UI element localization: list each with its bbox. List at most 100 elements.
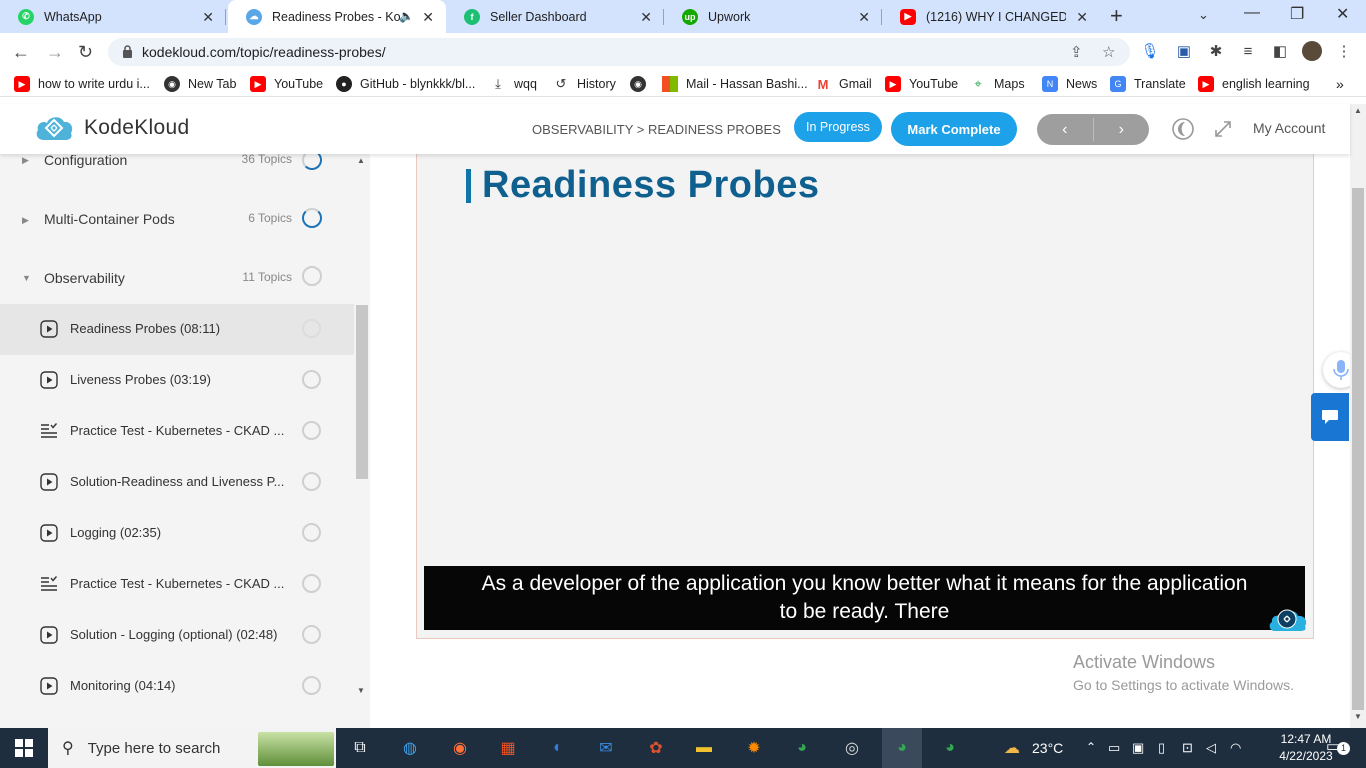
battery-icon[interactable]: ▯ — [1158, 740, 1165, 756]
network-icon[interactable]: ▣ — [1132, 740, 1144, 756]
bookmark-item[interactable]: ◉ New Tab — [164, 76, 236, 92]
lesson-item-practice-test-logging[interactable]: Practice Test - Kubernetes - CKAD ... — [0, 559, 354, 610]
bookmark-item[interactable]: ▶ how to write urdu i... — [14, 76, 150, 92]
chrome-active-icon[interactable]: ◕ — [882, 728, 922, 768]
lesson-item-solution-readiness-liveness[interactable]: Solution-Readiness and Liveness P... — [0, 457, 354, 508]
my-account-link[interactable]: My Account — [1253, 120, 1325, 136]
telegram-icon[interactable]: ◐ — [546, 736, 570, 760]
scroll-up-arrow-icon[interactable]: ▲ — [1354, 106, 1362, 115]
page-scrollbar-thumb[interactable] — [1352, 188, 1364, 710]
bookmark-item[interactable]: ▶ YouTube — [885, 76, 958, 92]
bookmark-item[interactable]: M Gmail — [815, 76, 872, 92]
microsoft-store-icon[interactable]: ▦ — [496, 736, 520, 760]
temperature-label[interactable]: 23°C — [1032, 740, 1063, 756]
browser-tab-seller-dashboard[interactable]: f Seller Dashboard ✕ — [446, 0, 664, 33]
show-hidden-icons-chevron-icon[interactable]: ⌃ — [1086, 740, 1096, 754]
browser-menu-icon[interactable]: ⋮ — [1334, 41, 1354, 61]
app-swirl-icon[interactable]: ✿ — [644, 736, 668, 760]
restore-button[interactable]: ❐ — [1290, 4, 1304, 24]
bookmark-item[interactable]: ● GitHub - blynkkk/bl... — [336, 76, 475, 92]
close-window-button[interactable]: ✕ — [1336, 4, 1349, 24]
url-text[interactable]: kodekloud.com/topic/readiness-probes/ — [142, 44, 386, 60]
settings-gear-app-icon[interactable]: ✹ — [742, 736, 766, 760]
chat-bubble-icon — [1322, 410, 1338, 424]
bookmark-item[interactable]: N News — [1042, 76, 1097, 92]
close-tab-icon[interactable]: ✕ — [640, 9, 652, 26]
firefox-icon[interactable]: ◉ — [448, 736, 472, 760]
scroll-down-arrow-icon[interactable]: ▼ — [357, 686, 365, 695]
fullscreen-icon[interactable] — [1210, 116, 1236, 142]
lesson-item-solution-logging[interactable]: Solution - Logging (optional) (02:48) — [0, 610, 354, 661]
extensions-puzzle-icon[interactable]: ✱ — [1206, 41, 1226, 61]
windows-start-icon[interactable] — [12, 736, 36, 760]
minimize-button[interactable]: — — [1244, 4, 1260, 22]
site-header: KodeKloud OBSERVABILITY > READINESS PROB… — [0, 104, 1350, 154]
chrome-profile-icon[interactable]: ◕ — [938, 736, 962, 760]
wifi-icon[interactable]: ◠ — [1230, 740, 1241, 756]
reload-button[interactable]: ↻ — [78, 43, 93, 61]
next-lesson-button[interactable]: › — [1094, 114, 1150, 145]
back-button[interactable]: ← — [12, 43, 30, 61]
mark-complete-button[interactable]: Mark Complete — [891, 112, 1017, 146]
tray-app-icon[interactable]: ▭ — [1108, 740, 1120, 756]
lesson-item-monitoring[interactable]: Monitoring (04:14) — [0, 661, 354, 712]
scroll-up-arrow-icon[interactable]: ▲ — [357, 156, 365, 165]
profile-avatar[interactable] — [1302, 41, 1322, 61]
section-multi-container-pods[interactable]: ▶ Multi-Container Pods 6 Topics — [0, 193, 354, 243]
edge-icon[interactable]: ◍ — [398, 736, 422, 760]
speaker-icon[interactable]: 🔈 — [399, 9, 414, 23]
browser-tab-youtube[interactable]: ▶ (1216) WHY I CHANGED MY ✕ — [882, 0, 1100, 33]
side-panel-icon[interactable]: ◧ — [1270, 41, 1290, 61]
volume-icon[interactable]: ◁ — [1206, 740, 1216, 756]
browser-tab-kodekloud[interactable]: ☁ Readiness Probes - Kode 🔈 ✕ — [228, 0, 446, 33]
bookmark-item[interactable]: ⌖ Maps — [970, 76, 1024, 92]
display-icon[interactable]: ⊡ — [1182, 740, 1193, 756]
bookmark-star-icon[interactable]: ☆ — [1102, 43, 1115, 61]
reading-list-icon[interactable]: ≡ — [1238, 41, 1258, 61]
browser-tab-whatsapp[interactable]: ✆ WhatsApp ✕ — [0, 0, 226, 33]
new-tab-button[interactable]: + — [1110, 5, 1123, 27]
close-tab-icon[interactable]: ✕ — [858, 9, 870, 26]
notification-center-icon[interactable]: ▭ 1 — [1326, 737, 1350, 755]
bookmark-item[interactable]: ◉ — [630, 76, 654, 92]
scroll-down-arrow-icon[interactable]: ▼ — [1354, 712, 1362, 721]
share-icon[interactable]: ⇪ — [1070, 43, 1083, 61]
bookmark-label: english learning — [1222, 77, 1310, 91]
bookmark-item[interactable]: G Translate — [1110, 76, 1186, 92]
bookmark-item[interactable]: ▶ english learning — [1198, 76, 1310, 92]
kodekloud-logo[interactable]: KodeKloud — [34, 114, 189, 142]
weather-cloud-sun-icon[interactable]: ☁ — [1000, 736, 1024, 760]
chrome-icon[interactable]: ◕ — [790, 736, 814, 760]
bookmarks-overflow-icon[interactable]: » — [1336, 76, 1344, 92]
lesson-item-logging[interactable]: Logging (02:35) — [0, 508, 354, 559]
dark-mode-toggle-icon[interactable] — [1170, 116, 1196, 142]
download-icon: ⤓ — [495, 76, 501, 91]
previous-lesson-button[interactable]: ‹ — [1037, 114, 1093, 145]
lesson-item-liveness-probes[interactable]: Liveness Probes (03:19) — [0, 355, 354, 406]
lesson-item-readiness-probes[interactable]: Readiness Probes (08:11) — [0, 304, 354, 355]
section-configuration[interactable]: ▶ Configuration 36 Topics — [0, 154, 354, 184]
bookmark-item[interactable]: ↺ History — [553, 76, 616, 92]
task-view-icon[interactable]: ⧉ — [348, 736, 372, 760]
mail-icon[interactable]: ✉ — [594, 736, 618, 760]
microphone-extension-icon[interactable]: 🎙 — [1140, 41, 1160, 61]
close-tab-icon[interactable]: ✕ — [1076, 9, 1088, 26]
section-observability[interactable]: ▼ Observability 11 Topics — [0, 252, 354, 302]
download-extension-icon[interactable]: ▣ — [1174, 41, 1194, 61]
bookmark-item[interactable]: Mail - Hassan Bashi... — [662, 76, 808, 92]
close-tab-icon[interactable]: ✕ — [202, 9, 214, 26]
lock-icon[interactable] — [122, 45, 133, 58]
file-explorer-icon[interactable]: ▬ — [692, 736, 716, 760]
address-bar[interactable]: kodekloud.com/topic/readiness-probes/ ⇪ … — [108, 38, 1130, 66]
browser-tab-upwork[interactable]: up Upwork ✕ — [664, 0, 882, 33]
tab-search-icon[interactable]: ⌄ — [1198, 7, 1209, 23]
forward-button[interactable]: → — [46, 43, 64, 61]
camera-app-icon[interactable]: ◎ — [840, 736, 864, 760]
bookmark-item[interactable]: ⤓ wqq — [490, 76, 537, 92]
close-tab-icon[interactable]: ✕ — [422, 9, 434, 26]
lesson-item-practice-test[interactable]: Practice Test - Kubernetes - CKAD ... — [0, 406, 354, 457]
taskbar-search-box[interactable]: ⚲ Type here to search — [48, 728, 336, 768]
bookmark-item[interactable]: ▶ YouTube — [250, 76, 323, 92]
sidebar-scrollbar-thumb[interactable] — [356, 305, 368, 479]
chat-support-button[interactable] — [1311, 393, 1349, 441]
